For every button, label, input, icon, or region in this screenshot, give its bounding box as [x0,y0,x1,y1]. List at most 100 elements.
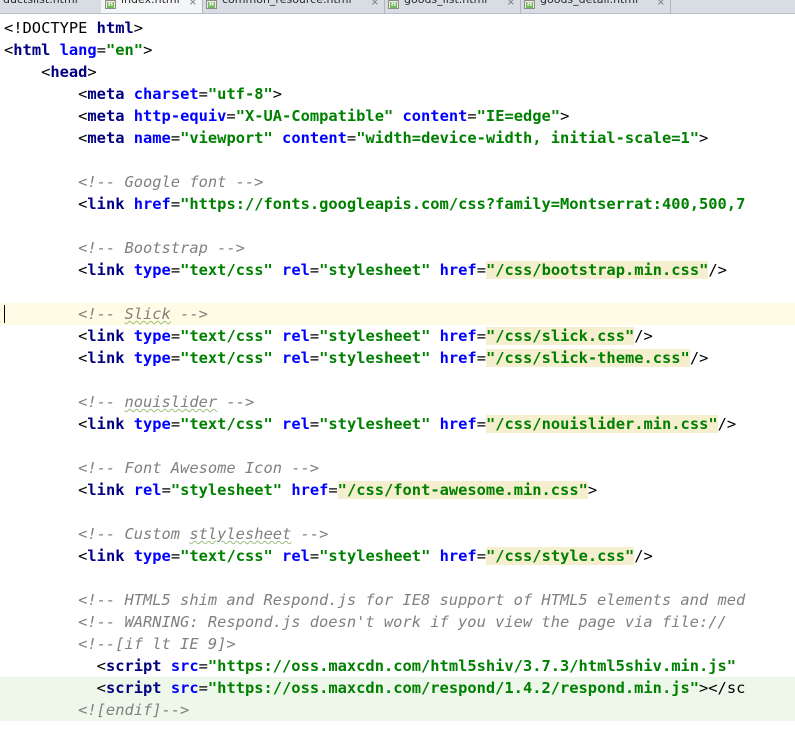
code-line[interactable]: <link type="text/css" rel="stylesheet" h… [4,347,708,369]
code-token-attr: charset [133,85,199,103]
code-token-val: "stylesheet" [170,481,292,499]
code-line[interactable]: <!-- Google font --> [4,171,263,193]
code-line[interactable]: <meta http-equiv="X-UA-Compatible" conte… [4,105,569,127]
html-file-icon: H [206,0,217,9]
code-token-comment: --> [291,525,329,543]
code-line[interactable]: <head> [4,61,97,83]
code-token-attr: content [402,107,468,125]
code-token-tag: html [13,41,60,59]
code-token-tag: link [87,547,134,565]
code-line[interactable]: <!-- Slick --> [4,303,208,325]
code-token-br: < [4,63,51,81]
code-line[interactable]: <meta name="viewport" content="width=dev… [4,127,708,149]
code-line[interactable]: <!-- Custom stlylesheet --> [4,523,328,545]
html-file-icon-letter: H [208,1,215,8]
code-line[interactable]: <!-- Font Awesome Icon --> [4,457,319,479]
tab-label: index.html [121,0,180,5]
code-token-attr: lang [59,41,97,59]
code-token-tag: link [87,261,134,279]
code-token-tag: meta [87,107,134,125]
code-line[interactable]: <!-- HTML5 shim and Respond.js for IE8 s… [4,589,745,611]
code-line[interactable]: <link rel="stylesheet" href="/css/font-a… [4,479,597,501]
code-token-eq: = [170,547,181,565]
code-token-val: "stylesheet" [319,261,440,279]
tab-goods-detail-html[interactable]: Hgoods_detail.html × [520,0,671,13]
tab-ductslist-html[interactable]: ductslist.html [0,0,102,13]
code-token-comment: <!-- Google font --> [4,173,264,191]
code-token-comment: --> [217,393,255,411]
code-line[interactable]: <html lang="en"> [4,39,152,61]
code-token-val: "text/css" [180,547,283,565]
code-token-valhl: "/css/slick.css" [485,327,635,345]
code-token-valhl: "/css/bootstrap.min.css" [485,261,709,279]
tab-close-icon[interactable]: × [657,0,665,8]
code-token-eq: = [309,261,320,279]
code-token-tag: head [50,63,88,81]
code-line[interactable]: <meta charset="utf-8"> [4,83,282,105]
code-token-val: "https://fonts.googleapis.com/css?family… [180,195,746,213]
code-token-br: <!DOCTYPE [4,19,97,37]
code-token-eq: = [309,349,320,367]
code-token-val: "viewport" [180,129,283,147]
code-line[interactable]: <script src="https://oss.maxcdn.com/html… [4,655,736,677]
code-token-val: "text/css" [180,349,283,367]
tab-close-icon[interactable]: × [507,0,515,8]
editor-tab-bar: ductslist.htmlHindex.html×Hcommon_resour… [0,0,795,14]
code-token-tag: link [87,481,134,499]
code-line[interactable]: <link type="text/css" rel="stylesheet" h… [4,545,653,567]
code-token-val: "en" [105,41,144,59]
tab-goods-list-html[interactable]: Hgoods_list.html × [384,0,521,13]
code-line[interactable]: <!DOCTYPE html> [4,17,143,39]
tab-label: goods_detail.html [540,0,638,5]
code-token-val: "stylesheet" [319,415,440,433]
tab-close-icon[interactable]: × [371,0,379,8]
code-token-attr: type [133,547,171,565]
code-line[interactable]: <script src="https://oss.maxcdn.com/resp… [4,677,746,699]
code-token-comment: <!-- Custom [4,525,190,543]
code-token-val: "stylesheet" [319,349,440,367]
code-token-br: > [560,107,570,125]
code-token-comment: <!-- Font Awesome Icon --> [4,459,320,477]
code-token-eq: = [170,195,181,213]
code-line[interactable]: <!-- nouislider --> [4,391,254,413]
code-line[interactable]: <link href="https://fonts.googleapis.com… [4,193,745,215]
code-line[interactable]: <link type="text/css" rel="stylesheet" h… [4,413,736,435]
tab-close-icon[interactable]: × [189,0,197,8]
code-token-commentsq: Slick [124,305,171,323]
code-token-attr: src [170,657,199,675]
code-token-eq: = [309,547,320,565]
code-line[interactable]: <!--[if lt IE 9]> [4,633,236,655]
code-token-attr: rel [133,481,162,499]
code-token-attr: name [133,129,171,147]
code-token-commentsq: stlylesheet [189,525,292,543]
code-line[interactable]: <link type="text/css" rel="stylesheet" h… [4,325,653,347]
code-token-eq: = [161,481,171,499]
code-token-eq: = [170,261,181,279]
code-token-eq: = [170,349,181,367]
code-token-comment: --> [170,305,208,323]
code-token-eq: = [170,327,181,345]
code-line[interactable]: <link type="text/css" rel="stylesheet" h… [4,259,727,281]
code-token-eq: = [476,349,486,367]
code-token-br: < [4,261,88,279]
code-token-br: > [133,19,144,37]
code-line[interactable]: <!-- WARNING: Respond.js doesn't work if… [4,611,727,633]
html-file-icon-letter: H [526,1,533,8]
code-line[interactable]: <!-- Bootstrap --> [4,237,245,259]
code-token-br: < [4,85,88,103]
code-token-commentsq: nouislider [124,393,218,411]
code-token-comment: <!--[if lt IE 9]> [4,635,236,653]
code-token-tag: meta [87,129,134,147]
tab-index-html[interactable]: Hindex.html × [101,0,203,13]
code-token-attr: content [282,129,347,147]
tab-common-resource-html[interactable]: Hcommon_resource.html × [202,0,385,13]
code-editor[interactable]: <!DOCTYPE html> <html lang="en"> <head> <… [0,14,795,737]
code-token-val: "X-UA-Compatible" [235,107,403,125]
code-line[interactable]: <![endif]--> [4,699,189,721]
code-token-val: "IE=edge" [476,107,561,125]
code-token-attr: href [439,547,477,565]
code-token-br: /> [634,547,653,565]
code-token-tag: script [105,657,171,675]
code-token-val: "stylesheet" [319,327,440,345]
code-token-attr: type [133,349,171,367]
